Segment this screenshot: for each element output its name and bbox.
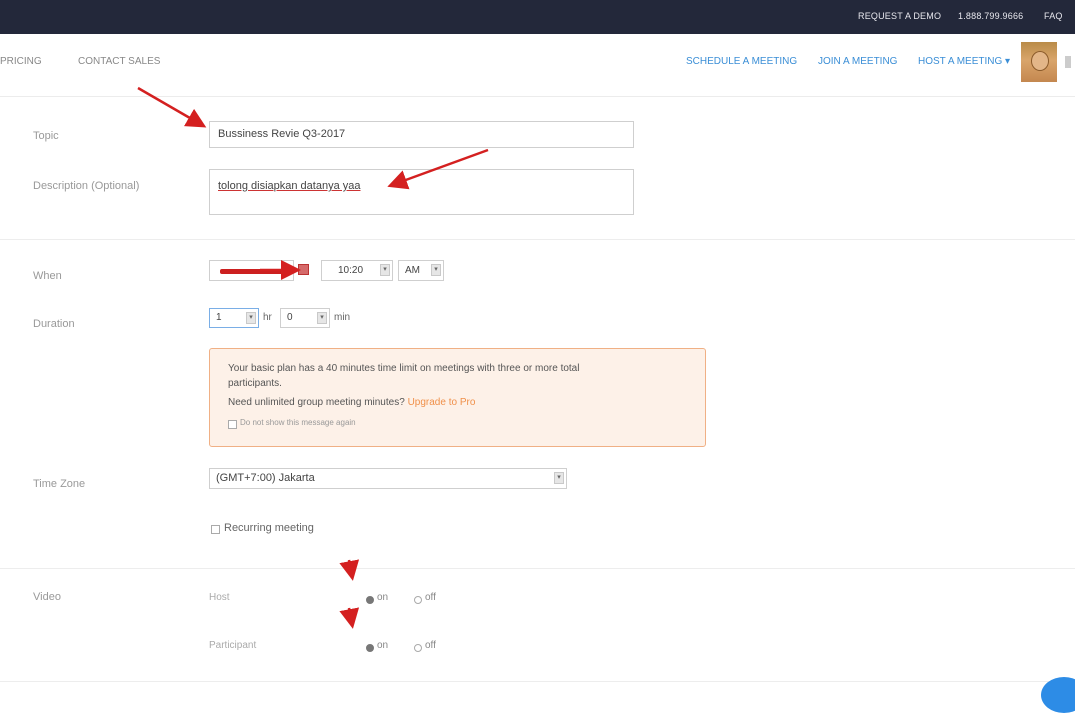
participant-off-label: off bbox=[425, 640, 436, 651]
nav-schedule-meeting[interactable]: SCHEDULE A MEETING bbox=[686, 56, 797, 67]
host-off-label: off bbox=[425, 592, 436, 603]
upgrade-to-pro-link[interactable]: Upgrade to Pro bbox=[408, 397, 476, 408]
nav-contact-sales[interactable]: CONTACT SALES bbox=[78, 56, 160, 67]
faq-link[interactable]: FAQ bbox=[1044, 11, 1063, 21]
chat-bubble-icon[interactable] bbox=[1041, 677, 1075, 713]
host-video-off-radio[interactable] bbox=[414, 596, 422, 604]
participant-video-on-radio[interactable] bbox=[366, 644, 374, 652]
main-nav: PRICING CONTACT SALES SCHEDULE A MEETING… bbox=[0, 34, 1075, 97]
recurring-label: Recurring meeting bbox=[224, 522, 314, 534]
dont-show-checkbox[interactable] bbox=[228, 420, 237, 429]
dont-show-label: Do not show this message again bbox=[240, 418, 356, 427]
chevron-down-icon: ▾ bbox=[431, 264, 441, 276]
warning-line-2: participants. bbox=[228, 378, 282, 389]
time-limit-warning: Your basic plan has a 40 minutes time li… bbox=[209, 348, 706, 447]
min-unit-label: min bbox=[334, 312, 351, 323]
description-input[interactable]: tolong disiapkan datanya yaa bbox=[209, 169, 634, 215]
timezone-select[interactable]: (GMT+7:00) Jakarta ▾ bbox=[209, 468, 567, 489]
arrow-to-participant-video-icon bbox=[339, 607, 360, 629]
nav-host-meeting[interactable]: HOST A MEETING ▾ bbox=[918, 56, 1010, 67]
topic-input[interactable]: Bussiness Revie Q3-2017 bbox=[209, 121, 634, 148]
when-label: When bbox=[33, 270, 62, 282]
ampm-select-value: AM bbox=[405, 265, 420, 276]
warning-line-3: Need unlimited group meeting minutes? bbox=[228, 397, 405, 408]
divider bbox=[0, 681, 1075, 682]
calendar-icon[interactable] bbox=[298, 264, 309, 275]
time-select-value: 10:20 bbox=[338, 265, 364, 276]
chevron-down-icon: ▾ bbox=[317, 312, 327, 324]
chevron-down-icon: ▾ bbox=[554, 472, 564, 484]
description-label: Description (Optional) bbox=[33, 180, 140, 192]
timezone-label: Time Zone bbox=[33, 478, 86, 490]
duration-minutes-value: 0 bbox=[287, 312, 293, 323]
avatar-menu-caret[interactable] bbox=[1065, 56, 1071, 68]
time-select[interactable]: 10:20 ▾ bbox=[321, 260, 393, 281]
duration-label: Duration bbox=[33, 318, 75, 330]
ampm-select[interactable]: AM ▾ bbox=[398, 260, 444, 281]
timezone-select-value: (GMT+7:00) Jakarta bbox=[216, 472, 315, 484]
recurring-checkbox[interactable] bbox=[211, 525, 220, 534]
date-input[interactable] bbox=[209, 260, 294, 281]
nav-join-meeting[interactable]: JOIN A MEETING bbox=[818, 56, 897, 67]
duration-hours-value: 1 bbox=[216, 312, 222, 323]
date-redaction bbox=[220, 269, 290, 274]
host-video-label: Host bbox=[209, 592, 230, 603]
host-on-label: on bbox=[377, 592, 389, 603]
top-bar: REQUEST A DEMO 1.888.799.9666 FAQ bbox=[0, 0, 1075, 34]
warning-line-1: Your basic plan has a 40 minutes time li… bbox=[228, 363, 580, 374]
participant-on-label: on bbox=[377, 640, 389, 651]
topic-label: Topic bbox=[33, 130, 59, 142]
phone-number: 1.888.799.9666 bbox=[958, 11, 1024, 21]
avatar[interactable] bbox=[1021, 42, 1057, 82]
participant-video-label: Participant bbox=[209, 640, 257, 651]
nav-pricing[interactable]: PRICING bbox=[0, 56, 42, 67]
chevron-down-icon: ▾ bbox=[380, 264, 390, 276]
hr-unit-label: hr bbox=[263, 312, 272, 323]
request-demo-link[interactable]: REQUEST A DEMO bbox=[858, 11, 941, 21]
chevron-down-icon: ▾ bbox=[246, 312, 256, 324]
participant-video-off-radio[interactable] bbox=[414, 644, 422, 652]
duration-minutes-select[interactable]: 0 ▾ bbox=[280, 308, 330, 328]
host-video-on-radio[interactable] bbox=[366, 596, 374, 604]
duration-hours-select[interactable]: 1 ▾ bbox=[209, 308, 259, 328]
video-label: Video bbox=[33, 591, 61, 603]
